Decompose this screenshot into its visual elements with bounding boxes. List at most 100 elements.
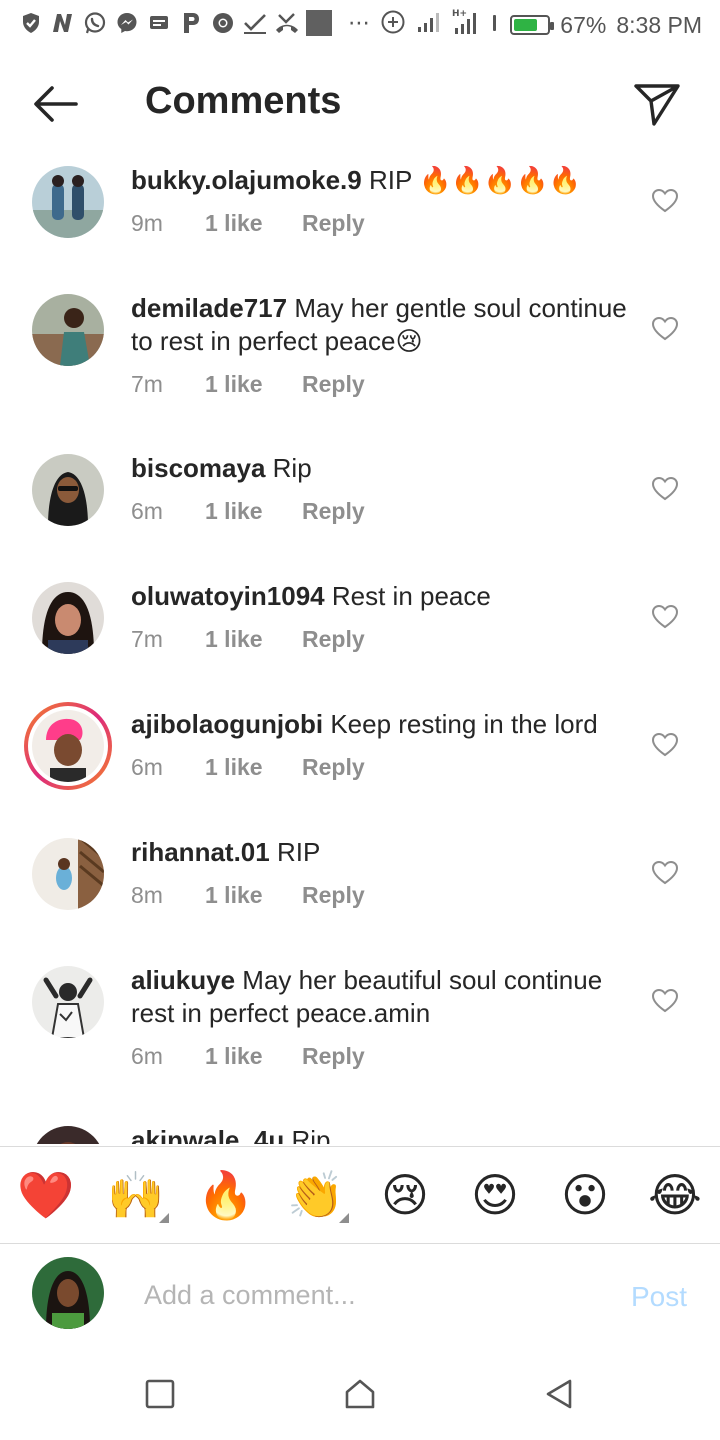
reply-button[interactable]: Reply <box>302 1043 365 1070</box>
system-back-button[interactable] <box>542 1376 578 1412</box>
avatar[interactable] <box>32 838 104 910</box>
paper-plane-icon <box>634 84 680 126</box>
comment-username[interactable]: bukky.olajumoke.9 <box>131 165 362 195</box>
comment-username[interactable]: biscomaya <box>131 453 265 483</box>
avatar[interactable] <box>32 294 104 366</box>
battery-icon <box>510 15 555 35</box>
signal-h-plus-icon: H+ <box>452 8 482 42</box>
avatar[interactable] <box>32 582 104 654</box>
reply-button[interactable]: Reply <box>302 371 365 398</box>
reply-button[interactable]: Reply <box>302 626 365 653</box>
avatar[interactable] <box>32 966 104 1038</box>
avatar[interactable] <box>32 1126 104 1144</box>
comment-item: ajibolaogunjobi Keep resting in the lord… <box>0 692 720 820</box>
heart-outline-icon <box>651 476 679 501</box>
comment-time: 6m <box>131 1043 163 1069</box>
comment-item: rihannat.01 RIP 8m 1 like Reply <box>0 820 720 948</box>
comment-username[interactable]: aliukuye <box>131 965 235 995</box>
heart-eyes-emoji-button[interactable]: 😍 <box>467 1169 523 1221</box>
svg-text:H+: H+ <box>452 9 467 19</box>
comment-body: Rip <box>291 1125 331 1144</box>
comment-likes[interactable]: 1 like <box>205 210 302 237</box>
comment-item: bukky.olajumoke.9 RIP 🔥🔥🔥🔥🔥 9m 1 like Re… <box>0 148 720 276</box>
fire-emoji-button[interactable]: 🔥 <box>197 1169 255 1221</box>
tears-of-joy-emoji-button[interactable]: 😂 <box>647 1169 703 1221</box>
comments-header: Comments <box>0 62 720 146</box>
clapping-hands-emoji-button[interactable]: 👏 <box>287 1169 349 1223</box>
comment-item: biscomaya Rip 6m 1 like Reply <box>0 436 720 564</box>
like-comment-button[interactable] <box>651 988 679 1014</box>
reply-button[interactable]: Reply <box>302 210 365 237</box>
triangle-back-icon <box>546 1379 572 1409</box>
comment-likes[interactable]: 1 like <box>205 1043 302 1070</box>
like-comment-button[interactable] <box>651 476 679 502</box>
comment-meta: 9m 1 like Reply <box>131 210 365 237</box>
system-status: H+ 67% 8:38 PM <box>380 8 702 42</box>
like-comment-button[interactable] <box>651 316 679 342</box>
heart-outline-icon <box>651 316 679 341</box>
reply-button[interactable]: Reply <box>302 498 365 525</box>
home-button[interactable] <box>342 1376 378 1412</box>
check-icon <box>242 10 268 36</box>
avatar[interactable] <box>32 454 104 526</box>
comment-item: akinwale_4u Rip <box>0 1108 720 1144</box>
back-button[interactable] <box>30 82 82 126</box>
comment-username[interactable]: akinwale_4u <box>131 1125 284 1144</box>
fire-emoji: 🔥 <box>197 1169 255 1221</box>
shield-check-icon <box>18 10 44 36</box>
comment-likes[interactable]: 1 like <box>205 498 302 525</box>
raising-hands-emoji: 🙌 <box>107 1169 165 1221</box>
raising-hands-emoji-button[interactable]: 🙌 <box>107 1169 169 1223</box>
comment-item: oluwatoyin1094 Rest in peace 7m 1 like R… <box>0 564 720 692</box>
comment-time: 6m <box>131 498 163 524</box>
comment-text: bukky.olajumoke.9 RIP 🔥🔥🔥🔥🔥 <box>131 164 631 197</box>
comment-likes[interactable]: 1 like <box>205 371 302 398</box>
more-notifications-icon: ⋯ <box>348 10 371 35</box>
heart-outline-icon <box>651 988 679 1013</box>
red-heart-emoji-button[interactable]: ❤️ <box>17 1169 74 1221</box>
square-icon <box>145 1379 175 1409</box>
post-button[interactable]: Post <box>631 1281 687 1313</box>
like-comment-button[interactable] <box>651 188 679 214</box>
comment-body: Rip <box>272 453 312 483</box>
comment-username[interactable]: ajibolaogunjobi <box>131 709 323 739</box>
surprised-face-emoji-button[interactable]: 😮 <box>557 1169 613 1221</box>
comment-input[interactable] <box>144 1273 584 1317</box>
avatar[interactable] <box>32 166 104 238</box>
reply-button[interactable]: Reply <box>302 882 365 909</box>
comment-meta: 7m 1 like Reply <box>131 626 365 653</box>
comment-meta: 7m 1 like Reply <box>131 371 365 398</box>
comment-body: Keep resting in the lord <box>330 709 598 739</box>
comment-likes[interactable]: 1 like <box>205 626 302 653</box>
comment-body: Rest in peace <box>331 581 491 611</box>
home-icon <box>345 1379 375 1409</box>
share-button[interactable] <box>632 80 682 128</box>
crying-face-emoji-button[interactable]: 😢 <box>377 1169 433 1221</box>
comment-text: demilade717 May her gentle soul continue… <box>131 292 631 358</box>
comment-item: demilade717 May her gentle soul continue… <box>0 276 720 436</box>
messenger-icon <box>114 10 140 36</box>
comment-time: 9m <box>131 210 163 236</box>
current-user-avatar <box>32 1257 104 1329</box>
clock: 8:38 PM <box>616 11 702 38</box>
recent-apps-button[interactable] <box>142 1376 178 1412</box>
p-icon <box>178 10 204 36</box>
arrow-left-icon <box>34 86 78 122</box>
comment-likes[interactable]: 1 like <box>205 754 302 781</box>
comment-username[interactable]: demilade717 <box>131 293 287 323</box>
avatar-with-story-ring[interactable] <box>24 702 112 790</box>
comment-likes[interactable]: 1 like <box>205 882 302 909</box>
like-comment-button[interactable] <box>651 732 679 758</box>
comment-text: akinwale_4u Rip <box>131 1124 631 1144</box>
like-comment-button[interactable] <box>651 860 679 886</box>
comment-meta: 6m 1 like Reply <box>131 1043 365 1070</box>
comment-body: RIP <box>276 837 321 867</box>
reply-button[interactable]: Reply <box>302 754 365 781</box>
missed-call-icon <box>274 10 300 36</box>
comment-time: 8m <box>131 882 163 908</box>
comment-username[interactable]: oluwatoyin1094 <box>131 581 325 611</box>
like-comment-button[interactable] <box>651 604 679 630</box>
battery-percent: 67% <box>560 11 607 38</box>
comment-username[interactable]: rihannat.01 <box>131 837 270 867</box>
comment-list[interactable]: bukky.olajumoke.9 RIP 🔥🔥🔥🔥🔥 9m 1 like Re… <box>0 148 720 1144</box>
